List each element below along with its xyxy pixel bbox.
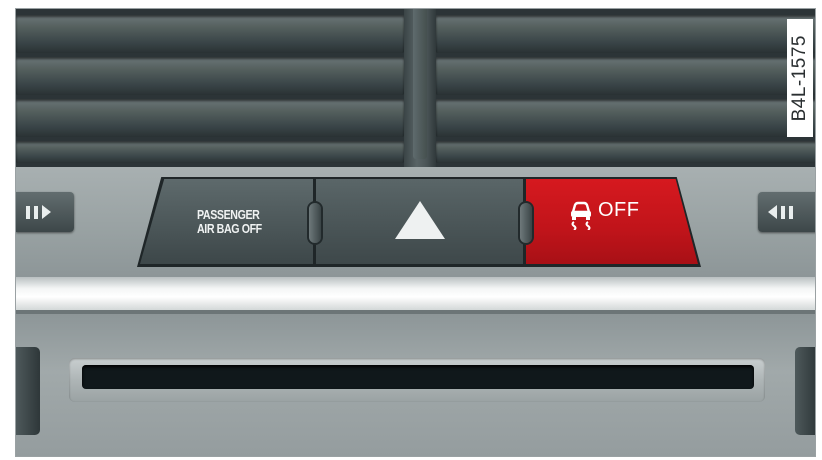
passenger-airbag-off-indicator: PASSENGER AIR BAG OFF xyxy=(140,179,313,264)
vent-slat xyxy=(436,141,815,163)
center-switch-panel: PASSENGER AIR BAG OFF OFF xyxy=(137,177,701,267)
figure-code: B4L-1575 xyxy=(789,34,810,122)
right-air-vent[interactable] xyxy=(436,9,815,167)
airbag-label: PASSENGER AIR BAG OFF xyxy=(197,206,262,236)
airbag-label-line2: AIR BAG OFF xyxy=(197,220,262,236)
figure-code-label: B4L-1575 xyxy=(787,19,813,137)
vent-slat xyxy=(16,99,404,137)
vent-wheel-left-icon xyxy=(768,204,793,220)
hazard-triangle-icon xyxy=(394,200,445,239)
disc-slot[interactable] xyxy=(82,365,754,389)
vent-slat xyxy=(16,141,404,163)
esc-off-label: OFF xyxy=(598,198,640,221)
dashboard-illustration: PASSENGER AIR BAG OFF OFF B4L-1575 xyxy=(15,8,816,457)
left-vent-thumbwheel[interactable] xyxy=(16,192,74,232)
panel-separator-knob xyxy=(309,203,321,243)
right-panel-edge xyxy=(795,347,815,435)
airbag-label-line1: PASSENGER xyxy=(197,206,260,222)
vent-center-bar xyxy=(413,9,427,159)
vent-slat xyxy=(436,15,815,53)
vent-slat xyxy=(436,57,815,95)
panel-separator-knob xyxy=(520,203,532,243)
esc-off-button[interactable]: OFF xyxy=(526,179,698,264)
vent-slat xyxy=(16,15,404,53)
chrome-trim-strip xyxy=(16,277,815,310)
right-vent-thumbwheel[interactable] xyxy=(758,192,815,232)
esc-car-skid-icon xyxy=(571,201,591,230)
left-panel-edge xyxy=(16,347,40,435)
hazard-warning-button[interactable] xyxy=(316,179,523,264)
left-air-vent[interactable] xyxy=(16,9,404,167)
vent-slat xyxy=(436,99,815,137)
vent-slat xyxy=(16,57,404,95)
vent-wheel-right-icon xyxy=(26,204,51,220)
